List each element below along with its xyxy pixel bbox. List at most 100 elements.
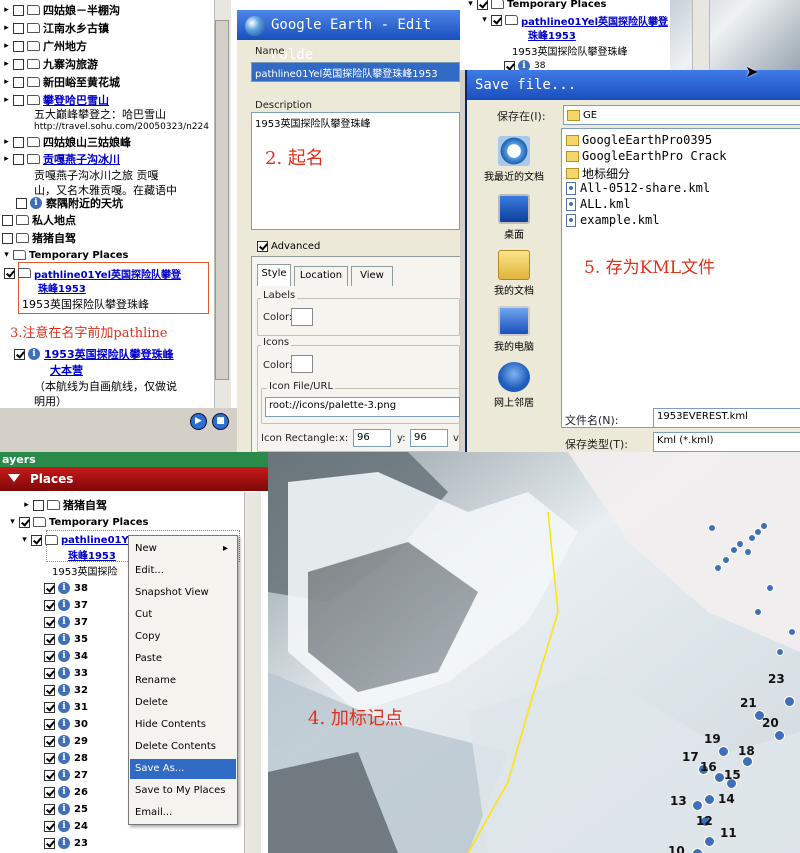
- expand-arrow-icon[interactable]: ▸: [2, 95, 11, 105]
- placemark-pin-icon[interactable]: [784, 696, 795, 707]
- placemark-row[interactable]: i 38: [44, 580, 88, 596]
- vertical-scrollbar[interactable]: [692, 0, 710, 70]
- checkbox[interactable]: [44, 786, 55, 798]
- placemark-row[interactable]: i 37: [44, 597, 88, 613]
- placemark-row[interactable]: i 26: [44, 784, 88, 800]
- stop-tour-icon[interactable]: ■: [212, 413, 229, 430]
- placemark-pin-icon[interactable]: [766, 584, 774, 592]
- checkbox[interactable]: [44, 684, 55, 696]
- tree-row[interactable]: pathline01Yel英国探险队攀登: [4, 265, 181, 281]
- checkbox[interactable]: [44, 820, 55, 832]
- checkbox[interactable]: [44, 718, 55, 730]
- file-list-item[interactable]: example.kml: [566, 213, 659, 227]
- menu-item-snapshot-view[interactable]: Snapshot View: [130, 583, 236, 603]
- placemark-row[interactable]: i 29: [44, 733, 88, 749]
- checkbox[interactable]: [13, 22, 24, 34]
- dialog-titlebar[interactable]: Google Earth - Edit Folde: [237, 10, 460, 63]
- file-list-item[interactable]: GoogleEarthPro0395: [566, 133, 712, 147]
- menu-item-save-as[interactable]: Save As...: [130, 759, 236, 779]
- label-color-swatch[interactable]: [291, 308, 313, 326]
- placemark-row[interactable]: i 32: [44, 682, 88, 698]
- checkbox[interactable]: [13, 153, 24, 165]
- menu-item-hide-contents[interactable]: Hide Contents: [130, 715, 236, 735]
- checkbox[interactable]: [13, 58, 24, 70]
- checkbox[interactable]: [257, 240, 268, 252]
- description-textarea[interactable]: 1953英国探险队攀登珠峰: [251, 112, 460, 230]
- checkbox[interactable]: [33, 499, 44, 511]
- tree-item-link[interactable]: 贡嘎燕子沟冰川: [43, 151, 120, 167]
- expand-arrow-icon[interactable]: ▾: [8, 517, 17, 527]
- expand-arrow-icon[interactable]: ▸: [22, 500, 31, 510]
- placemark-row[interactable]: i 33: [44, 665, 88, 681]
- placemark-pin-icon[interactable]: [754, 608, 762, 616]
- checkbox[interactable]: [44, 599, 55, 611]
- menu-item-delete[interactable]: Delete: [130, 693, 236, 713]
- placemark-pin-icon[interactable]: [718, 746, 729, 757]
- placemark-pin-icon[interactable]: [760, 522, 768, 530]
- checkbox[interactable]: [13, 76, 24, 88]
- checkbox[interactable]: [19, 516, 30, 528]
- file-list-item[interactable]: All-0512-share.kml: [566, 181, 710, 195]
- placemark-pin-icon[interactable]: [744, 548, 752, 556]
- filename-input[interactable]: 1953EVEREST.kml: [653, 408, 800, 428]
- tree-row[interactable]: ▸ 贡嘎燕子沟冰川: [2, 151, 120, 167]
- checkbox[interactable]: [2, 232, 13, 244]
- placemark-pin-icon[interactable]: [714, 564, 722, 572]
- placemark-pin-icon[interactable]: [722, 556, 730, 564]
- checkbox[interactable]: [44, 837, 55, 849]
- tree-item-link[interactable]: 1953英国探险队攀登珠峰: [44, 346, 174, 362]
- checkbox[interactable]: [44, 582, 55, 594]
- tab-location[interactable]: Location: [294, 266, 348, 286]
- placemark-pin-icon[interactable]: [788, 628, 796, 636]
- tree-row[interactable]: ▸ 九寨沟旅游: [2, 56, 98, 72]
- checkbox[interactable]: [44, 701, 55, 713]
- checkbox[interactable]: [13, 94, 24, 106]
- tree-item-link-cont[interactable]: 大本营: [50, 362, 83, 378]
- vertical-scrollbar[interactable]: [244, 492, 261, 853]
- placemark-row[interactable]: i 24: [44, 818, 88, 834]
- tree-row[interactable]: ▸ 四姑娘山三姑娘峰: [2, 134, 131, 150]
- checkbox[interactable]: [504, 60, 515, 70]
- file-list-item[interactable]: 地标细分: [566, 165, 630, 182]
- menu-item-email[interactable]: Email...: [130, 803, 236, 823]
- tree-row[interactable]: ▸ 江南水乡古镇: [2, 20, 109, 36]
- checkbox[interactable]: [14, 348, 25, 360]
- tree-row[interactable]: ▾ Temporary Places: [466, 0, 607, 12]
- checkbox[interactable]: [16, 197, 27, 209]
- placemark-row[interactable]: i 23: [44, 835, 88, 851]
- shortcut-desktop[interactable]: 桌面: [475, 194, 553, 241]
- name-input[interactable]: pathline01Yel英国探险队攀登珠峰1953: [251, 62, 460, 82]
- x-input[interactable]: 96: [353, 429, 391, 447]
- expand-arrow-icon[interactable]: ▸: [2, 137, 11, 147]
- expand-arrow-icon[interactable]: ▸: [2, 5, 11, 15]
- checkbox[interactable]: [44, 752, 55, 764]
- expand-arrow-icon[interactable]: ▸: [2, 23, 11, 33]
- tab-view[interactable]: View: [351, 266, 393, 286]
- placemark-pin-icon[interactable]: [708, 524, 716, 532]
- checkbox[interactable]: [44, 633, 55, 645]
- expand-arrow-icon[interactable]: ▾: [466, 0, 475, 9]
- tree-row[interactable]: i 1953英国探险队攀登珠峰: [14, 346, 174, 362]
- expand-arrow-icon[interactable]: ▸: [2, 59, 11, 69]
- collapse-triangle-icon[interactable]: [8, 474, 20, 482]
- checkbox[interactable]: [13, 40, 24, 52]
- file-list-item[interactable]: GoogleEarthPro Crack: [566, 149, 727, 163]
- menu-item-paste[interactable]: Paste: [130, 649, 236, 669]
- placemark-row[interactable]: i 34: [44, 648, 88, 664]
- placemark-row[interactable]: i 30: [44, 716, 88, 732]
- tab-style[interactable]: Style: [257, 264, 291, 286]
- placemark-row[interactable]: i 35: [44, 631, 88, 647]
- checkbox[interactable]: [491, 14, 502, 26]
- scrollbar-thumb[interactable]: [215, 20, 229, 380]
- placemark-row[interactable]: i 37: [44, 614, 88, 630]
- expand-arrow-icon[interactable]: ▸: [2, 154, 11, 164]
- earth-map-view[interactable]: 4. 加标记点 23 21 20 19 18 17 16 15 14 13 12 11 10: [268, 452, 800, 853]
- shortcut-network[interactable]: 网上邻居: [475, 362, 553, 409]
- tree-row[interactable]: ▾ pathline01Y: [20, 532, 129, 548]
- checkbox[interactable]: [2, 214, 13, 226]
- placemark-pin-icon[interactable]: [704, 794, 715, 805]
- checkbox[interactable]: [13, 4, 24, 16]
- file-list[interactable]: GoogleEarthPro0395 GoogleEarthPro Crack …: [561, 128, 800, 428]
- filetype-dropdown[interactable]: Kml (*.kml): [653, 432, 800, 452]
- tree-row[interactable]: ▾ Temporary Places: [8, 514, 149, 530]
